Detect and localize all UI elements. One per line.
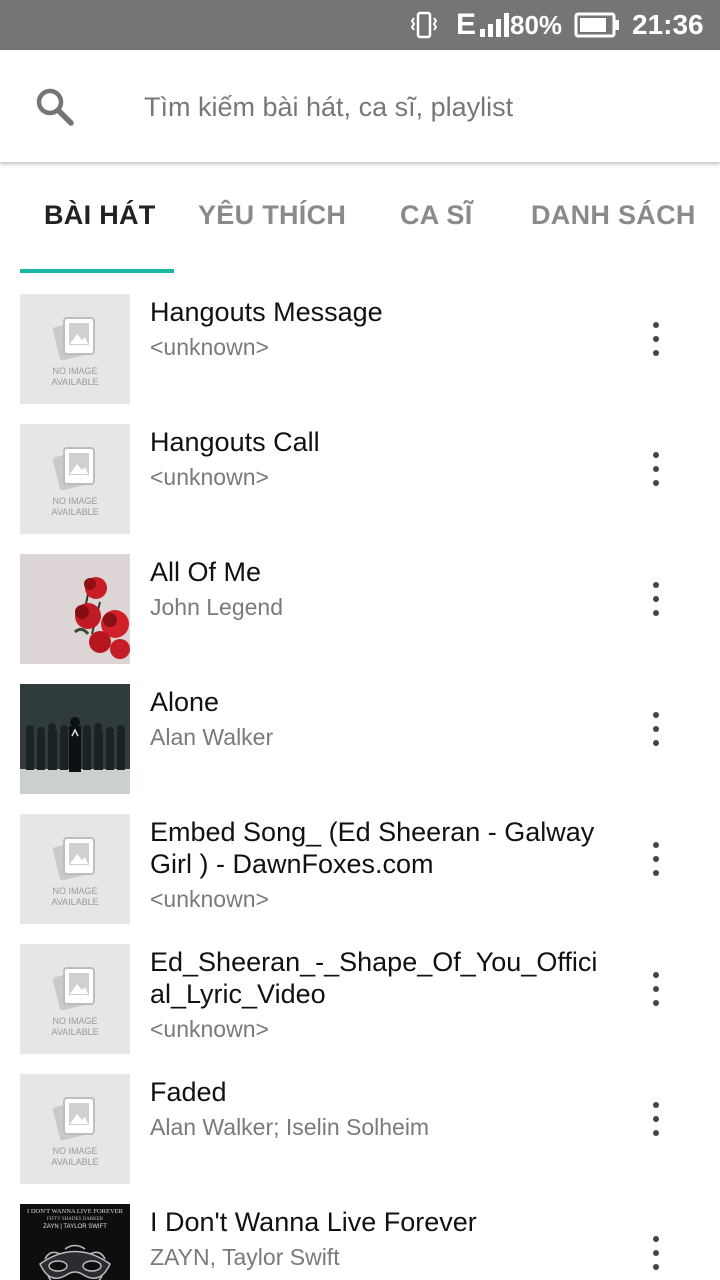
more-options-icon[interactable]	[636, 1228, 676, 1278]
song-row[interactable]: NO IMAGE AVAILABLE Embed Song_ (Ed Sheer…	[0, 794, 720, 924]
song-artist: <unknown>	[150, 886, 269, 912]
no-image-text-1: NO IMAGE	[52, 366, 97, 376]
song-artist: Alan Walker	[150, 724, 274, 750]
no-image-text-2: AVAILABLE	[51, 1157, 98, 1167]
no-image-text-1: NO IMAGE	[52, 496, 97, 506]
song-row[interactable]: NO IMAGE AVAILABLE Faded Alan Walker; Is…	[0, 1054, 720, 1184]
song-artist: John Legend	[150, 594, 284, 620]
more-options-icon[interactable]	[636, 834, 676, 884]
cover-subtitle-text: FIFTY SHADES DARKER	[47, 1217, 104, 1222]
album-art-placeholder: NO IMAGE AVAILABLE	[20, 944, 130, 1054]
song-row[interactable]: NO IMAGE AVAILABLE Hangouts Message <unk…	[0, 274, 720, 404]
tab-bar: BÀI HÁT YÊU THÍCH CA SĨ DANH SÁCH	[0, 162, 720, 274]
cover-title-text: I DON'T WANNA LIVE FOREVER	[27, 1208, 124, 1215]
tab-playlists[interactable]: DANH SÁCH	[531, 200, 696, 240]
song-row[interactable]: NO IMAGE AVAILABLE Hangouts Call <unknow…	[0, 404, 720, 534]
song-artist: <unknown>	[150, 334, 269, 360]
battery-percent: 80%	[510, 9, 563, 40]
song-title: Hangouts Message	[150, 297, 383, 327]
no-image-text-1: NO IMAGE	[52, 886, 97, 896]
song-title: I Don't Wanna Live Forever	[150, 1207, 477, 1237]
cover-artist-text: ZAYN | TAYLOR SWIFT	[43, 1224, 107, 1230]
active-tab-indicator	[20, 269, 174, 273]
song-row[interactable]: I DON'T WANNA LIVE FOREVER FIFTY SHADES …	[0, 1184, 720, 1280]
album-art-placeholder: NO IMAGE AVAILABLE	[20, 1074, 130, 1184]
search-bar	[0, 50, 720, 162]
album-art-placeholder: NO IMAGE AVAILABLE	[20, 424, 130, 534]
more-options-icon[interactable]	[636, 964, 676, 1014]
no-image-text-1: NO IMAGE	[52, 1016, 97, 1026]
search-input[interactable]	[144, 80, 684, 134]
more-options-icon[interactable]	[636, 314, 676, 364]
album-art-placeholder: NO IMAGE AVAILABLE	[20, 294, 130, 404]
song-artist: <unknown>	[150, 464, 269, 490]
vibrate-icon	[410, 0, 438, 50]
song-row[interactable]: All Of Me John Legend	[0, 534, 720, 664]
song-title: Alone	[150, 687, 220, 717]
clock: 21:36	[632, 9, 704, 40]
song-title: Hangouts Call	[150, 427, 320, 457]
album-art-placeholder: NO IMAGE AVAILABLE	[20, 814, 130, 924]
tab-favorites[interactable]: YÊU THÍCH	[198, 200, 346, 240]
song-artist: Alan Walker; Iselin Solheim	[150, 1114, 430, 1140]
no-image-text-2: AVAILABLE	[51, 897, 98, 907]
song-title: Faded	[150, 1077, 227, 1107]
song-title: All Of Me	[150, 557, 262, 587]
song-title: Ed_Sheeran_-_Shape_Of_You_Official_Lyric…	[150, 947, 598, 1009]
song-row[interactable]: Alone Alan Walker	[0, 664, 720, 794]
no-image-text-1: NO IMAGE	[52, 1146, 97, 1156]
song-title: Embed Song_ (Ed Sheeran - Galway Girl ) …	[150, 817, 595, 879]
album-art	[20, 554, 130, 664]
tab-artists[interactable]: CA SĨ	[400, 200, 473, 240]
more-options-icon[interactable]	[636, 704, 676, 754]
song-row[interactable]: NO IMAGE AVAILABLE Ed_Sheeran_-_Shape_Of…	[0, 924, 720, 1054]
battery-icon	[574, 0, 622, 50]
no-image-text-2: AVAILABLE	[51, 377, 98, 387]
status-bar: E 80% 21:36	[0, 0, 720, 50]
no-image-text-2: AVAILABLE	[51, 507, 98, 517]
more-options-icon[interactable]	[636, 1094, 676, 1144]
song-list: NO IMAGE AVAILABLE Hangouts Message <unk…	[0, 274, 720, 1280]
network-type: E	[456, 8, 477, 41]
more-options-icon[interactable]	[636, 444, 676, 494]
no-image-text-2: AVAILABLE	[51, 1027, 98, 1037]
song-artist: ZAYN, Taylor Swift	[150, 1244, 340, 1270]
tab-songs[interactable]: BÀI HÁT	[44, 200, 156, 240]
more-options-icon[interactable]	[636, 574, 676, 624]
song-artist: <unknown>	[150, 1016, 269, 1042]
album-art	[20, 684, 130, 794]
signal-icon: E	[456, 0, 518, 50]
search-icon[interactable]	[34, 86, 76, 128]
album-art: I DON'T WANNA LIVE FOREVER FIFTY SHADES …	[20, 1204, 130, 1280]
